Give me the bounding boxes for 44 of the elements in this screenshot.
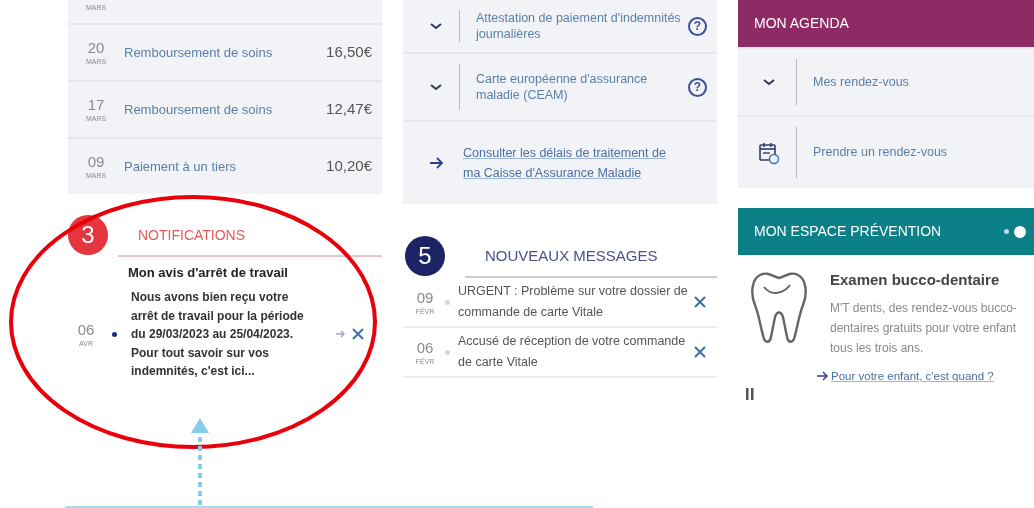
date-day: 06 (68, 321, 104, 337)
card-link[interactable]: Pour votre enfant, c'est quand ? (831, 365, 994, 386)
carousel-dot[interactable] (1014, 225, 1026, 238)
message-text[interactable]: Accusé de réception de votre commande de carte Vitale (458, 331, 693, 373)
payment-amount: 10,20€ (326, 156, 372, 177)
payment-label[interactable]: Remboursement de soins (124, 42, 327, 63)
calendar-icon[interactable] (758, 140, 780, 165)
chevron-down-icon[interactable] (762, 77, 776, 87)
help-icon[interactable]: ? (688, 16, 707, 36)
agenda-link[interactable]: Mes rendez-vous (813, 72, 909, 92)
chevron-down-icon[interactable] (429, 21, 443, 31)
arrow-right-icon[interactable] (429, 156, 443, 170)
pause-icon[interactable] (746, 387, 754, 400)
help-icon[interactable]: ? (688, 77, 707, 97)
section-title: NOUVEAUX MESSAGES (485, 245, 658, 266)
payment-amount: 16,50€ (326, 42, 372, 63)
date-day: 20 (78, 40, 114, 55)
card-text: M'T dents, des rendez-vous bucco-dentaires gratuits pour votre enfant tous les trois ans. (830, 299, 1018, 357)
agenda-link[interactable]: Prendre un rendez-vous (813, 143, 948, 162)
date-day: 06 (407, 339, 443, 355)
notification-text[interactable]: Nous avons bien reçu votre arrêt de travail pour la période du 29/03/2023 au 25/04/2023. Pour tout savoir sur vos indemnités, c'est ici... (131, 288, 311, 381)
service-label[interactable]: Carte européenne d'assurance maladie (CEAM) (476, 71, 688, 103)
carousel-dot[interactable] (1004, 229, 1009, 234)
payment-amount: 12,47€ (326, 99, 372, 120)
date-day: 17 (78, 97, 114, 112)
close-icon[interactable] (351, 327, 365, 342)
message-text[interactable]: URGENT : Problème sur votre dossier de commande de carte Vitale (458, 281, 693, 323)
section-title: MON ESPACE PRÉVENTION (754, 222, 942, 241)
service-label[interactable]: Attestation de paiement d'indemnités journalières (476, 10, 688, 42)
service-link[interactable]: Consulter les délais de traitement de ma Caisse d'Assurance Maladie (463, 143, 683, 183)
count-badge: 5 (405, 236, 445, 276)
payment-label[interactable]: Paiement à un tiers (124, 156, 327, 177)
card-title: Examen bucco-dentaire (830, 270, 1001, 290)
count-badge: 3 (68, 215, 108, 255)
notification-title[interactable]: Mon avis d'arrêt de travail (128, 263, 288, 282)
section-title: NOTIFICATIONS (138, 225, 246, 245)
date-day: 09 (407, 289, 443, 305)
payment-label[interactable]: Remboursement de soins (124, 99, 327, 120)
close-icon[interactable] (693, 345, 707, 359)
section-header: MON AGENDA (738, 0, 1034, 47)
chevron-down-icon[interactable] (429, 82, 443, 92)
close-icon[interactable] (693, 295, 707, 309)
arrow-right-icon[interactable] (816, 369, 828, 382)
date-day: 09 (78, 154, 114, 169)
